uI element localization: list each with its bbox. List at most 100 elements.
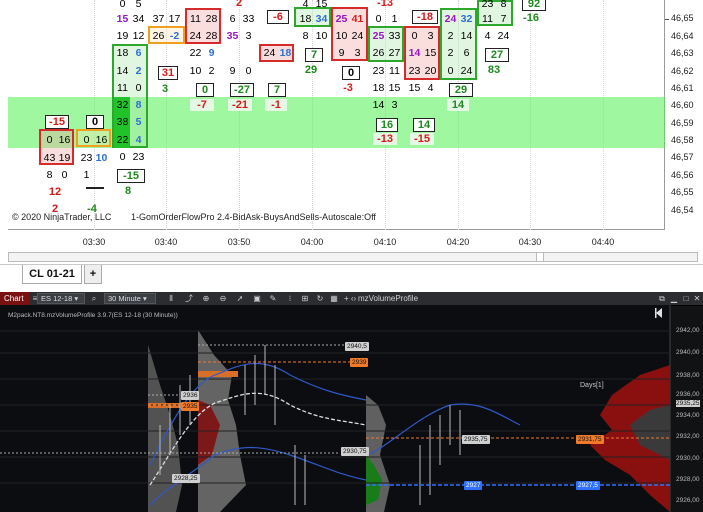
price-tag: 2927,5 xyxy=(576,481,600,490)
bar-total: 83 xyxy=(487,64,501,76)
bar-delta: 0 xyxy=(86,115,104,129)
price-label: 46,58 xyxy=(671,135,694,145)
bid-cell: 9 xyxy=(338,47,345,59)
time-label: 04:30 xyxy=(518,237,542,247)
bid-cell: 22 xyxy=(116,134,129,146)
bid-cell: 11 xyxy=(482,13,493,25)
refresh-icon[interactable]: ↻ xyxy=(315,292,325,305)
ask-cell: 24 xyxy=(351,30,364,42)
price-axis-label: 2926,00 xyxy=(676,497,700,504)
bar-total: 3 xyxy=(161,83,169,95)
close-icon[interactable]: ✕ xyxy=(692,292,702,305)
bar-delta: 14 xyxy=(413,118,435,132)
scrollbar-thumb[interactable] xyxy=(536,253,544,261)
bid-cell: 6 xyxy=(229,13,236,25)
bar-total: -7 xyxy=(190,99,214,111)
time-label: 04:10 xyxy=(373,237,397,247)
strategy-icon[interactable]: ⁝ xyxy=(285,292,295,305)
price-axis-label: 2940,00 xyxy=(676,349,700,356)
bar-style-icon[interactable]: ⫴ xyxy=(166,292,176,305)
chart-window-tab[interactable]: Chart xyxy=(0,292,30,305)
price-axis-label: 2938,00 xyxy=(676,372,700,379)
price-axis-label: 2942,00 xyxy=(676,327,700,334)
bid-cell: 26 xyxy=(372,47,385,59)
zoom-out-icon[interactable]: ⊖ xyxy=(218,292,228,305)
bid-cell: 0 xyxy=(119,151,126,163)
ask-cell: 28 xyxy=(205,30,218,42)
tab-instrument[interactable]: CL 01-21 xyxy=(22,265,82,284)
bid-cell: 38 xyxy=(116,116,129,128)
price-label: 46,54 xyxy=(671,205,694,215)
bar-delta: 92 xyxy=(522,0,546,11)
minimize-icon[interactable]: ▁ xyxy=(669,292,679,305)
price-label: 46,57 xyxy=(671,152,694,162)
ask-cell: 32 xyxy=(460,13,473,25)
price-tag: 2939 xyxy=(350,358,369,367)
bar-total: 14 xyxy=(447,99,469,111)
order-flow-chart-panel: -15 0 16 43 19 8 0 12 2 0 0 16 23 10 1 -… xyxy=(0,0,703,292)
ask-cell: 24 xyxy=(460,65,473,77)
search-icon[interactable]: ⌕ xyxy=(89,292,99,305)
current-price-label: 2935,25 xyxy=(676,400,700,407)
bar-delta: 7 xyxy=(268,83,286,97)
price-tag: 2936 xyxy=(181,391,200,400)
bar-delta: -15 xyxy=(117,169,145,183)
indicator-label: 1-GomOrderFlowPro 2.4-BidAsk-BuysAndSell… xyxy=(131,212,376,222)
bid-cell: 23 xyxy=(481,0,494,10)
time-label: 03:30 xyxy=(82,237,106,247)
bid-cell: 18 xyxy=(299,13,312,25)
price-tag: 2940,5 xyxy=(345,342,369,351)
bid-cell: 18 xyxy=(116,47,129,59)
ask-cell: 34 xyxy=(315,13,328,25)
ask-cell: 7 xyxy=(500,13,507,25)
indicator-plus-icon[interactable]: + ‹› xyxy=(344,292,356,305)
ask-cell: 15 xyxy=(424,47,437,59)
bar-delta: 16 xyxy=(376,118,398,132)
horizontal-scrollbar[interactable] xyxy=(8,252,698,262)
bid-cell: 10 xyxy=(189,65,202,77)
instrument-selector[interactable]: ES 12-18 ▾ xyxy=(37,293,85,304)
bid-cell: 2 xyxy=(447,30,454,42)
bar-total: -16 xyxy=(523,12,539,24)
zoom-in-icon[interactable]: ⊕ xyxy=(201,292,211,305)
window-link-icon[interactable]: ⧉ xyxy=(657,292,667,305)
bar-total: 8 xyxy=(124,185,132,197)
data-box-icon[interactable]: ▣ xyxy=(252,292,262,305)
maximize-icon[interactable]: □ xyxy=(681,292,691,305)
bid-cell: 32 xyxy=(116,99,129,111)
bid-cell: 14 xyxy=(116,65,129,77)
ask-cell: 3 xyxy=(245,30,252,42)
chart-tab-bar: CL 01-21 + xyxy=(0,264,703,285)
ask-cell: 24 xyxy=(497,30,510,42)
drawing-tools-icon[interactable]: ✎ xyxy=(268,292,278,305)
bid-cell: 14 xyxy=(408,47,421,59)
time-label: 04:20 xyxy=(446,237,470,247)
interval-value: 30 Minute xyxy=(108,294,141,303)
grid-icon[interactable]: ⊞ xyxy=(300,292,310,305)
bid-cell: 0 xyxy=(447,65,454,77)
interval-selector[interactable]: 30 Minute ▾ xyxy=(104,293,156,304)
time-label: 04:40 xyxy=(591,237,615,247)
ask-cell: 16 xyxy=(58,134,71,146)
chart-toolbar: Chart ≡ ES 12-18 ▾ ⌕ 30 Minute ▾ ⫴ ⤴ ⊕ ⊖… xyxy=(0,292,703,306)
ask-cell: 0 xyxy=(61,169,68,181)
bid-cell: 15 xyxy=(116,13,129,25)
bid-cell: 23 xyxy=(372,65,385,77)
bid-cell: 15 xyxy=(408,82,421,94)
bar-total: -21 xyxy=(228,99,252,111)
templates-icon[interactable]: ▦ xyxy=(329,292,339,305)
add-tab-button[interactable]: + xyxy=(84,265,102,284)
bar-delta: 0 xyxy=(196,83,214,97)
bid-cell: 2 xyxy=(447,47,454,59)
price-label: 46,59 xyxy=(671,118,694,128)
ask-cell: 9 xyxy=(208,47,215,59)
bid-cell: 35 xyxy=(226,30,239,42)
ask-cell: 16 xyxy=(95,134,108,146)
time-label: 04:00 xyxy=(300,237,324,247)
price-tag: 2928,25 xyxy=(172,474,200,483)
ask-cell: 11 xyxy=(389,65,400,77)
bid-cell: 24 xyxy=(263,47,276,59)
chart-type-icon[interactable]: ⤴ xyxy=(184,292,194,305)
ask-cell: 8 xyxy=(500,0,507,10)
pointer-icon[interactable]: ➚ xyxy=(235,292,245,305)
